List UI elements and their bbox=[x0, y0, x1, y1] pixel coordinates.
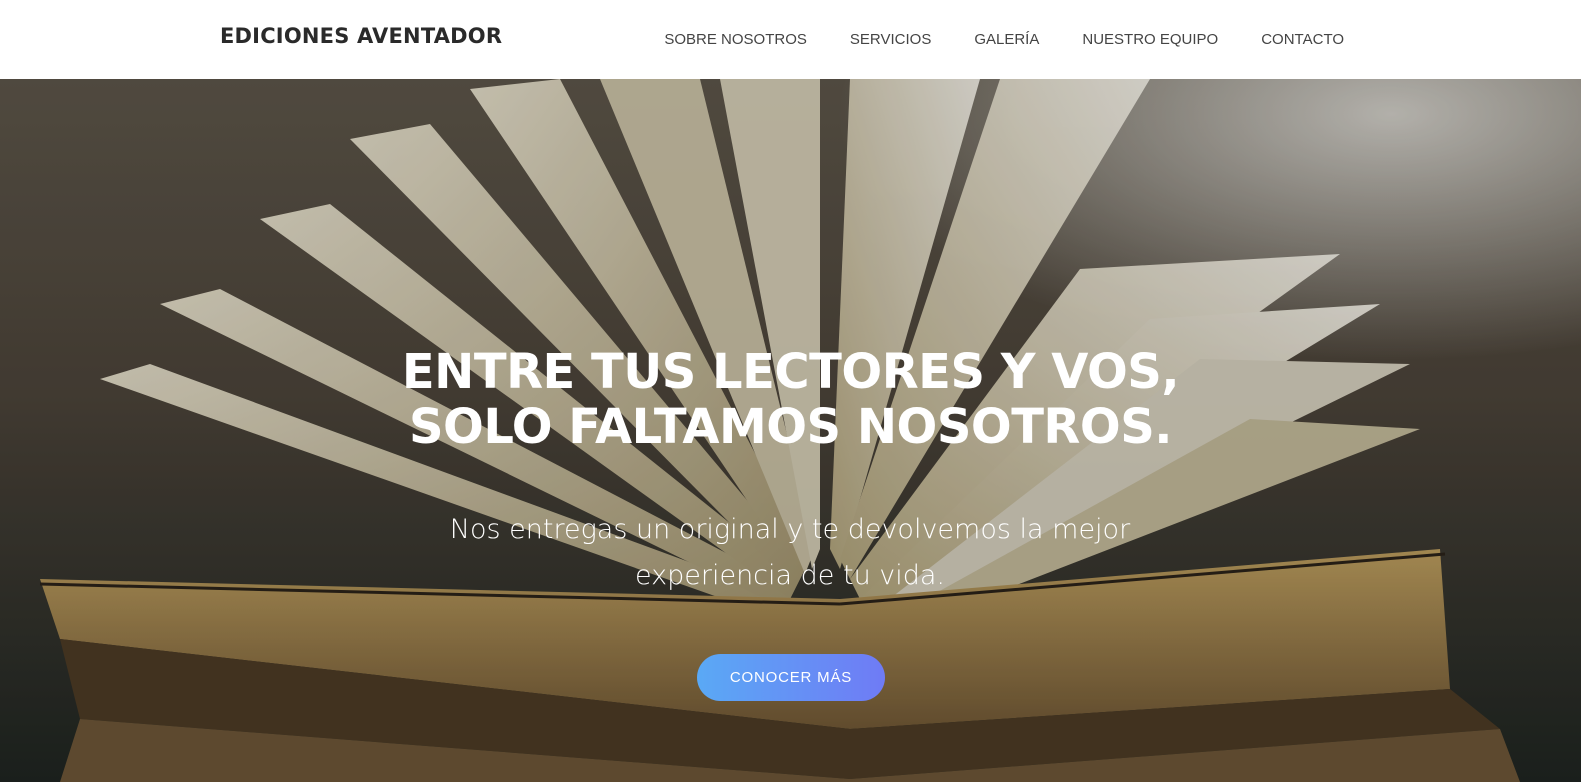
conocer-mas-button[interactable]: CONOCER MÁS bbox=[697, 654, 885, 701]
hero-subtitle-line-2: experiencia de tu vida. bbox=[634, 560, 946, 591]
main-nav: SOBRE NOSOTROS SERVICIOS GALERÍA NUESTRO… bbox=[621, 31, 1344, 48]
nav-link-sobre-nosotros[interactable]: SOBRE NOSOTROS bbox=[664, 31, 807, 48]
brand-logo[interactable]: EDICIONES AVENTADOR bbox=[220, 24, 502, 48]
nav-link-galeria[interactable]: GALERÍA bbox=[974, 31, 1039, 48]
navbar: EDICIONES AVENTADOR SOBRE NOSOTROS SERVI… bbox=[0, 0, 1581, 79]
nav-link-servicios[interactable]: SERVICIOS bbox=[850, 31, 931, 48]
nav-link-contacto[interactable]: CONTACTO bbox=[1261, 31, 1344, 48]
hero-headline: ENTRE TUS LECTORES Y VOS, SOLO FALTAMOS … bbox=[0, 345, 1581, 455]
hero-subtitle: Nos entregas un original y te devolvemos… bbox=[440, 507, 1140, 599]
hero-content: ENTRE TUS LECTORES Y VOS, SOLO FALTAMOS … bbox=[0, 79, 1581, 782]
hero-subtitle-line-1: Nos entregas un original y te devolvemos… bbox=[449, 514, 1131, 545]
hero-section: ENTRE TUS LECTORES Y VOS, SOLO FALTAMOS … bbox=[0, 79, 1581, 782]
nav-link-nuestro-equipo[interactable]: NUESTRO EQUIPO bbox=[1082, 31, 1218, 48]
hero-headline-line-1: ENTRE TUS LECTORES Y VOS, bbox=[401, 344, 1180, 400]
hero-headline-line-2: SOLO FALTAMOS NOSOTROS. bbox=[408, 399, 1173, 455]
